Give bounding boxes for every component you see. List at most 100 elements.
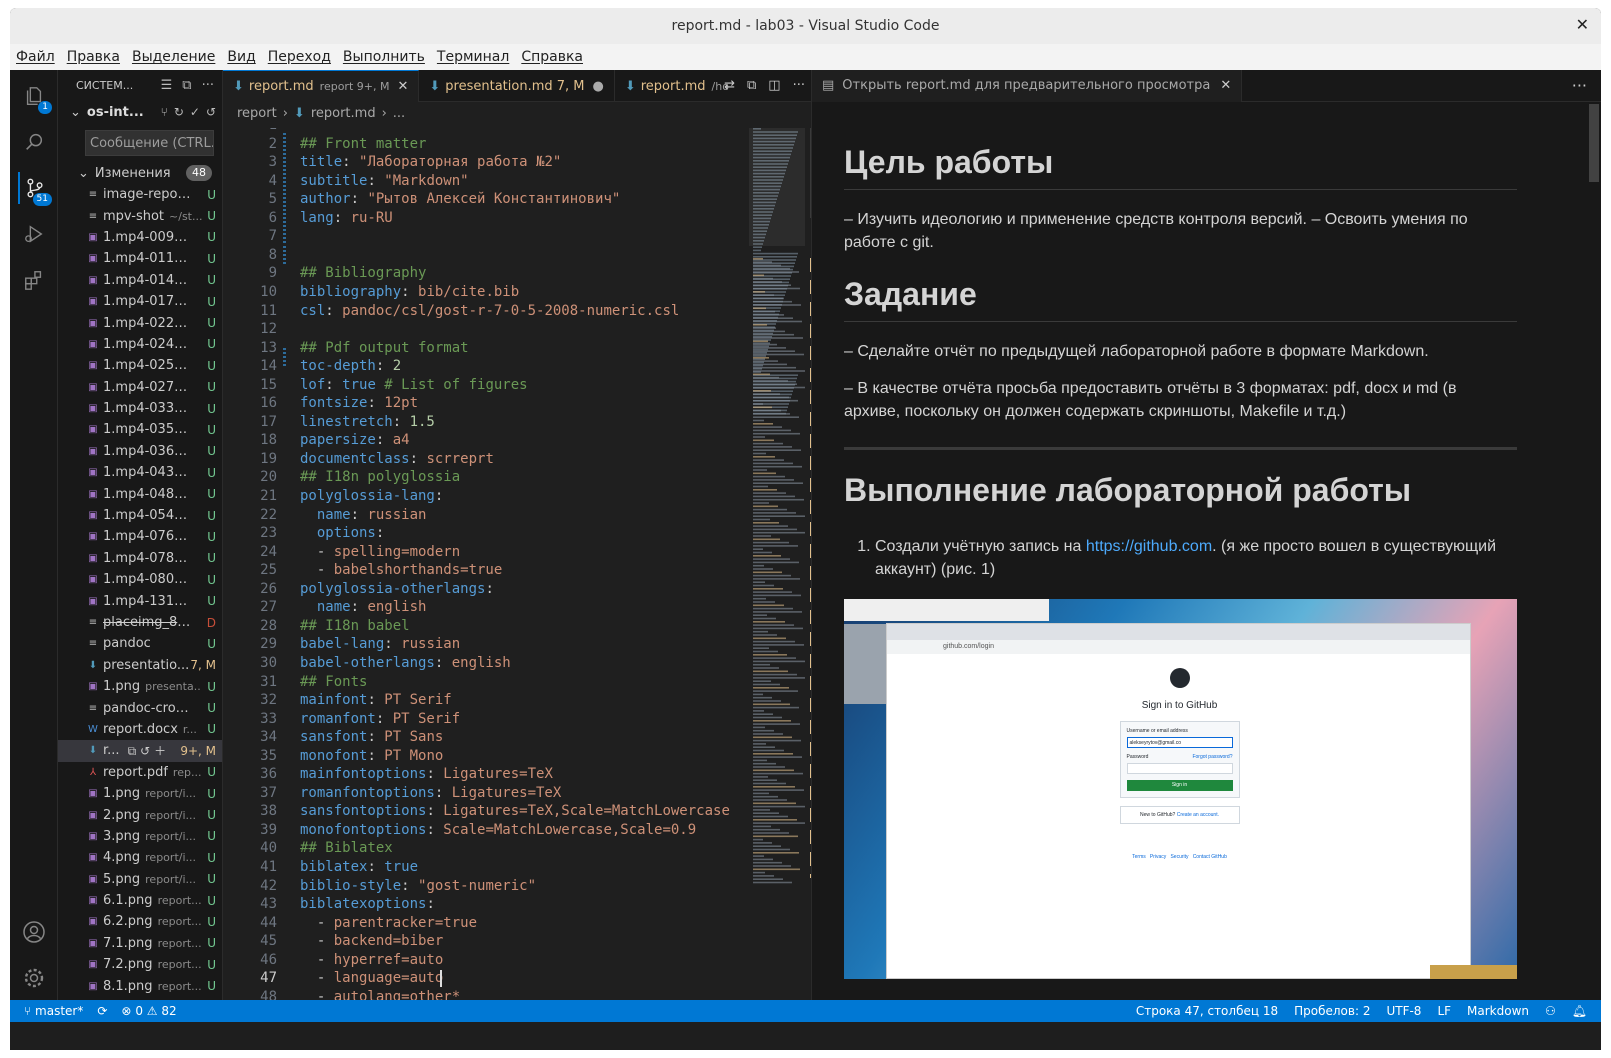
language-mode[interactable]: Markdown: [1467, 1004, 1529, 1018]
changed-file-item[interactable]: ▣ 7.1.png report... U: [58, 933, 222, 954]
open-preview-icon[interactable]: ⧉: [747, 78, 756, 93]
code-editor[interactable]: 1 --- 2 ## Front matter 3 title: "Лабораторна…: [223, 128, 743, 1000]
changed-file-item[interactable]: ▣ 1.mp4-0176.jp... U: [58, 291, 222, 312]
changed-file-item[interactable]: ▣ 4.png report/i... U: [58, 847, 222, 868]
changed-file-item[interactable]: ▣ 6.1.png report... U: [58, 890, 222, 911]
run-debug-icon[interactable]: [18, 218, 50, 250]
changed-file-item[interactable]: ▣ 1.mp4-0336.j... U: [58, 398, 222, 419]
changed-file-item[interactable]: ▣ 1.mp4-0368.j... U: [58, 441, 222, 462]
notifications-bell-icon[interactable]: 🔔︎: [1572, 1004, 1587, 1018]
tab-report-md-other[interactable]: ⬇ report.md /ho: [615, 70, 739, 102]
changed-file-item[interactable]: ▣ 5.png report/i... U: [58, 869, 222, 890]
end-of-line[interactable]: LF: [1437, 1004, 1451, 1018]
feedback-icon[interactable]: ⚇: [1545, 1004, 1556, 1018]
changed-file-item[interactable]: ▣ 1.mp4-0240.j... U: [58, 334, 222, 355]
changed-file-item[interactable]: ▣ 3.png report/i... U: [58, 826, 222, 847]
menu-item[interactable]: Справка: [515, 49, 589, 65]
encoding[interactable]: UTF-8: [1386, 1004, 1421, 1018]
window-close-button[interactable]: ✕: [1576, 15, 1589, 34]
changed-file-item[interactable]: ▣ 1.mp4-0144.j... U: [58, 270, 222, 291]
code-line: biblatex: true: [300, 859, 419, 875]
changed-file-item[interactable]: ▣ 1.mp4-1312.jp... U: [58, 590, 222, 611]
menu-item[interactable]: Переход: [262, 49, 337, 65]
changed-file-item[interactable]: ≡ mpv-shot ~/st... U: [58, 205, 222, 226]
changed-file-item[interactable]: ⅄ report.pdf rep... U: [58, 762, 222, 783]
changed-file-item[interactable]: ▣ 1.mp4-0112.jp... U: [58, 248, 222, 269]
refresh-icon[interactable]: ↻: [174, 105, 184, 119]
changed-file-item[interactable]: ▣ 1.mp4-0096.j... U: [58, 227, 222, 248]
split-editor-icon[interactable]: ◫: [768, 78, 780, 93]
collapse-icon[interactable]: ⧉: [182, 78, 191, 93]
problems-indicator[interactable]: ⊗ 0 ⚠ 82: [121, 1004, 176, 1018]
settings-gear-icon[interactable]: [18, 962, 50, 994]
more-actions-icon[interactable]: ···: [202, 78, 214, 93]
commit-check-icon[interactable]: ✓: [190, 105, 200, 119]
changed-file-item[interactable]: ▣ 1.mp4-0272.j... U: [58, 377, 222, 398]
close-tab-icon[interactable]: ✕: [1220, 78, 1231, 93]
file-type-icon: ▣: [88, 338, 98, 350]
git-status-badge: U: [207, 936, 216, 951]
preview-body[interactable]: Цель работы – Изучить идеологию и примен…: [812, 102, 1601, 1000]
extensions-icon[interactable]: [18, 264, 50, 296]
menu-item[interactable]: Вид: [221, 49, 261, 65]
changed-file-item[interactable]: ▣ 2.png report/i... U: [58, 804, 222, 825]
changes-group[interactable]: ⌄ Изменения 48: [58, 162, 222, 184]
preview-scrollbar[interactable]: [1587, 102, 1601, 1000]
changed-file-item[interactable]: ⬇ r... ⧉↺＋ 9+, M: [58, 740, 222, 762]
tab-preview[interactable]: ▤ Открыть report.md для предварительного…: [812, 69, 1243, 102]
close-tab-icon[interactable]: ✕: [397, 79, 408, 94]
cursor-position[interactable]: Строка 47, столбец 18: [1136, 1004, 1278, 1018]
changed-file-item[interactable]: ▣ 1.mp4-0480.j... U: [58, 483, 222, 504]
tab-report-md[interactable]: ⬇ report.md report 9+, M ✕: [223, 70, 420, 102]
changed-file-item[interactable]: ▣ 1.mp4-0544.j... U: [58, 505, 222, 526]
branch-icon[interactable]: ⑂: [161, 105, 168, 119]
file-directory: report/i...: [145, 851, 197, 865]
changed-file-item[interactable]: ▣ 1.png report/i... U: [58, 783, 222, 804]
commit-message-input[interactable]: Сообщение (CTRL...: [85, 130, 214, 156]
view-as-tree-icon[interactable]: ☰: [161, 78, 173, 93]
menu-item[interactable]: Правка: [61, 49, 126, 65]
changed-file-item[interactable]: ≡ image-report... U: [58, 184, 222, 205]
changed-file-item[interactable]: ▣ 1.mp4-0352.j... U: [58, 419, 222, 440]
unsaved-dot-icon[interactable]: ●: [593, 79, 604, 94]
search-icon[interactable]: [18, 126, 50, 158]
changed-file-item[interactable]: ≡ pandoc-cross... U: [58, 697, 222, 718]
changed-file-item[interactable]: Wreport.docx r... U: [58, 719, 222, 740]
open-changes-icon[interactable]: ⇄: [724, 78, 735, 93]
repository-row[interactable]: ⌄ os-int... ⑂ ↻ ✓ ↺: [58, 100, 222, 124]
breadcrumb-item[interactable]: report: [237, 106, 277, 121]
menu-item[interactable]: Файл: [10, 49, 61, 65]
tab-presentation-md[interactable]: ⬇ presentation.md 7, M ●: [419, 70, 615, 102]
github-link[interactable]: https://github.com: [1086, 538, 1212, 555]
indentation[interactable]: Пробелов: 2: [1294, 1004, 1370, 1018]
undo-icon[interactable]: ↺: [206, 105, 216, 119]
branch-indicator[interactable]: ⑂ master*: [24, 1004, 83, 1018]
changed-file-item[interactable]: ▣ 1.mp4-0256.j... U: [58, 355, 222, 376]
changed-file-item[interactable]: ▣ 1.mp4-0224.j... U: [58, 312, 222, 333]
sync-icon[interactable]: ⟳: [97, 1004, 107, 1018]
changed-file-item[interactable]: ⬇ presentatio... 7, M: [58, 655, 222, 676]
explorer-icon[interactable]: 1: [18, 80, 52, 114]
minimap[interactable]: [749, 128, 806, 918]
changed-file-item[interactable]: ▣ 1.png presenta... U: [58, 676, 222, 697]
changed-file-item[interactable]: ▣ 1.mp4-0800.j... U: [58, 569, 222, 590]
changed-file-item[interactable]: ▣ 7.2.png report... U: [58, 954, 222, 975]
more-actions-icon[interactable]: ···: [793, 78, 805, 93]
breadcrumb-item[interactable]: report.md: [311, 106, 376, 121]
changed-file-item[interactable]: ▣ 1.mp4-0784.j... U: [58, 548, 222, 569]
source-control-icon[interactable]: 51: [18, 172, 52, 206]
changed-file-item[interactable]: ▣ 8.1.png report... U: [58, 975, 222, 996]
changed-file-item[interactable]: ▣ 1.mp4-0432.j... U: [58, 462, 222, 483]
menu-item[interactable]: Терминал: [431, 49, 515, 65]
breadcrumb-item[interactable]: ...: [393, 106, 405, 121]
account-icon[interactable]: [18, 916, 50, 948]
file-inline-actions[interactable]: ⧉↺＋: [128, 742, 171, 759]
changed-file-item[interactable]: ≡ pandoc U: [58, 633, 222, 654]
line-number: 24: [260, 543, 277, 560]
changed-file-item[interactable]: ▣ 6.2.png report... U: [58, 911, 222, 932]
menu-item[interactable]: Выполнить: [337, 49, 431, 65]
more-actions-icon[interactable]: ···: [1572, 76, 1587, 95]
changed-file-item[interactable]: ≡ placeimg_80... D: [58, 612, 222, 633]
menu-item[interactable]: Выделение: [126, 49, 221, 65]
changed-file-item[interactable]: ▣ 1.mp4-0768.j... U: [58, 526, 222, 547]
